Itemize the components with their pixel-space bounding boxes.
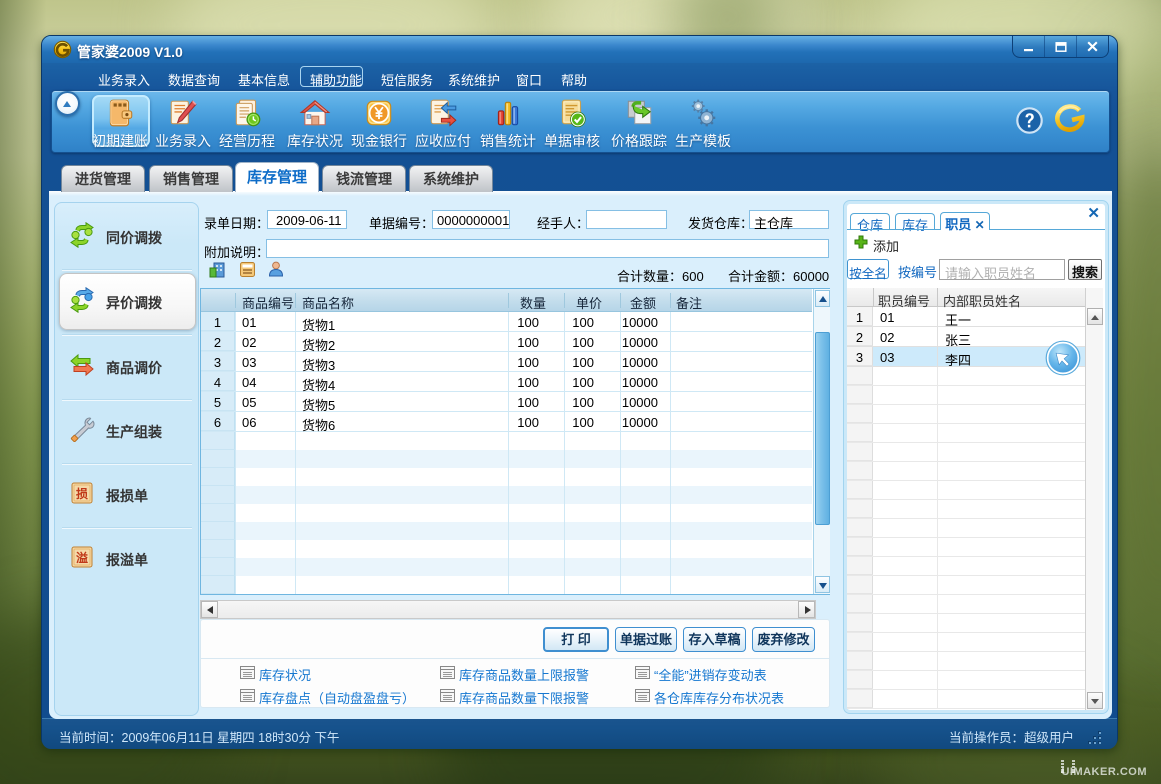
svg-text:损: 损 xyxy=(76,486,88,501)
svg-text:溢: 溢 xyxy=(76,550,88,565)
